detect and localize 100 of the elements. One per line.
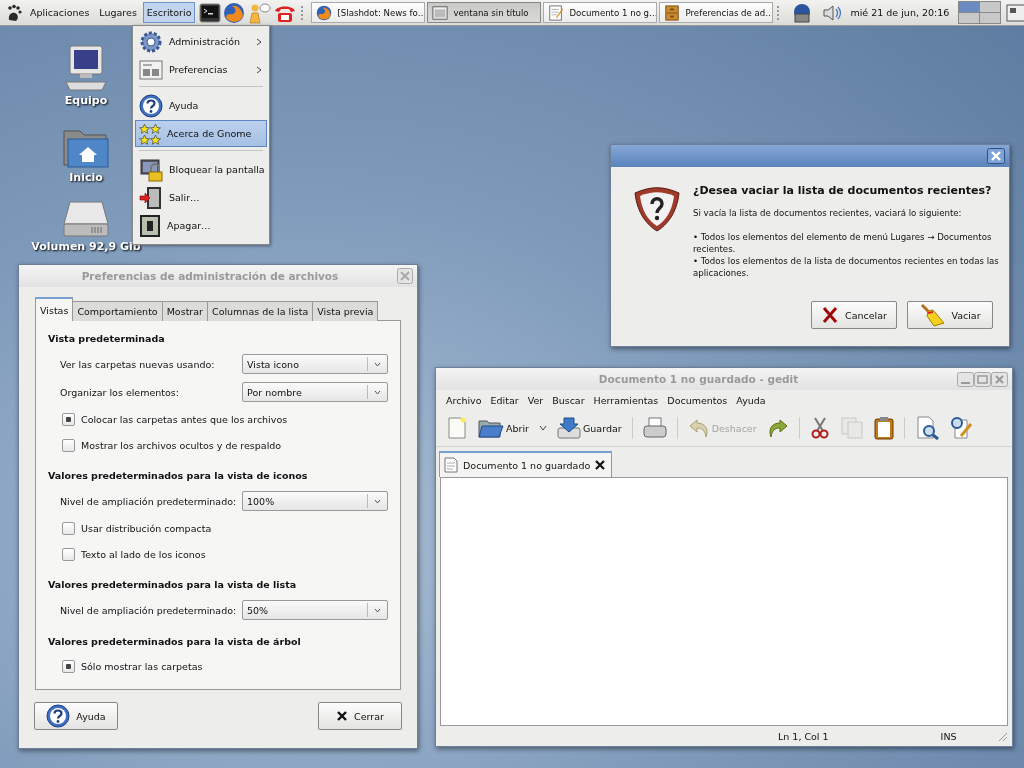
checkbox-label[interactable]: Mostrar los archivos ocultos y de respaldo bbox=[81, 439, 282, 451]
checkbox[interactable] bbox=[62, 547, 75, 561]
field-label: Nivel de ampliación predeterminado: bbox=[60, 495, 238, 507]
workspace[interactable] bbox=[980, 2, 1001, 12]
checkbox[interactable] bbox=[62, 412, 75, 426]
dropdown[interactable]: Por nombre bbox=[242, 382, 388, 402]
panel-menu[interactable]: Lugares bbox=[95, 2, 141, 23]
menu-item[interactable]: Documentos bbox=[667, 395, 728, 406]
menu-item[interactable]: Editar bbox=[490, 395, 519, 406]
panel-menu[interactable]: Aplicaciones bbox=[26, 2, 94, 23]
find-replace-icon[interactable] bbox=[948, 416, 973, 440]
window-title: Documento 1 no guardado - gedit bbox=[597, 373, 800, 385]
find-document-icon[interactable] bbox=[914, 416, 939, 440]
cancel-button[interactable]: Cancelar bbox=[811, 301, 897, 329]
printer-icon[interactable] bbox=[642, 417, 667, 439]
computer-icon[interactable] bbox=[62, 44, 110, 92]
taskbar-button[interactable]: Documento 1 no g… bbox=[543, 2, 658, 23]
foot-icon[interactable] bbox=[6, 3, 22, 22]
redo-arrow-icon[interactable] bbox=[766, 417, 789, 439]
workspace[interactable] bbox=[980, 13, 1001, 23]
terminal-icon[interactable] bbox=[199, 2, 222, 23]
caret-icon bbox=[374, 607, 381, 613]
field-label: Organizar los elementos: bbox=[60, 386, 181, 398]
stars-icon bbox=[139, 122, 161, 145]
menu-item[interactable]: Administración bbox=[135, 28, 267, 55]
help-button[interactable]: Ayuda bbox=[34, 702, 118, 730]
tab[interactable]: Vistas bbox=[35, 297, 74, 321]
checkbox-label[interactable]: Colocar las carpetas antes que los archivos bbox=[81, 413, 288, 425]
caret-icon bbox=[374, 389, 381, 395]
checkbox-label[interactable]: Sólo mostrar las carpetas bbox=[81, 660, 203, 672]
taskbar-button[interactable]: ventana sin título bbox=[427, 2, 542, 23]
dropdown[interactable]: 100% bbox=[242, 491, 388, 511]
show-desktop-icon[interactable] bbox=[1006, 3, 1024, 22]
person-chat-icon[interactable] bbox=[247, 1, 272, 24]
close-icon bbox=[336, 710, 349, 722]
menu-item[interactable]: Herramientas bbox=[593, 395, 659, 406]
dialog-message: Si vacía la lista de documentos recientes, vaciará lo siguiente: bbox=[693, 207, 963, 219]
lock-screen-icon bbox=[139, 157, 163, 182]
dropdown[interactable]: 50% bbox=[242, 600, 388, 620]
gear-icon bbox=[139, 29, 163, 54]
open-button[interactable]: Abrir bbox=[478, 417, 529, 439]
save-icon bbox=[557, 416, 581, 440]
hard-drive-icon[interactable] bbox=[62, 198, 110, 238]
checkbox[interactable] bbox=[62, 438, 75, 452]
tab[interactable]: Comportamiento bbox=[72, 301, 163, 321]
power-switch-icon bbox=[139, 213, 161, 238]
menu-item[interactable]: Bloquear la pantalla bbox=[135, 156, 267, 183]
panel-menu[interactable]: Escritorio bbox=[142, 2, 196, 23]
notepad-icon bbox=[548, 4, 565, 21]
checkbox[interactable] bbox=[62, 521, 75, 535]
close-button[interactable]: Cerrar bbox=[318, 702, 402, 730]
menu-item[interactable]: Archivo bbox=[446, 395, 482, 406]
tab[interactable]: Vista previa bbox=[312, 301, 379, 321]
close-button[interactable] bbox=[987, 148, 1005, 164]
taskbar-button[interactable]: [Slashdot: News fo… bbox=[311, 2, 426, 23]
speaker-icon[interactable] bbox=[821, 3, 844, 22]
document-tab[interactable]: Documento 1 no guardado bbox=[439, 451, 613, 477]
clock[interactable]: mié 21 de jun, 20:16 bbox=[850, 7, 950, 18]
checkbox-label[interactable]: Usar distribución compacta bbox=[81, 522, 212, 534]
cancel-icon bbox=[821, 306, 840, 324]
browser-icon bbox=[316, 4, 333, 21]
resize-grip-icon[interactable] bbox=[996, 730, 1008, 742]
icon-label[interactable]: Volumen 92,9 Gib bbox=[31, 240, 141, 253]
menu-item[interactable]: Buscar bbox=[552, 395, 585, 406]
clear-button[interactable]: Vaciar bbox=[907, 301, 993, 329]
window-title: Preferencias de administración de archivos bbox=[80, 270, 340, 282]
tab[interactable]: Mostrar bbox=[161, 301, 208, 321]
menu-item[interactable]: Ayuda bbox=[736, 395, 766, 406]
menu-item[interactable]: Apagar… bbox=[135, 212, 267, 239]
section-heading: Valores predeterminados para la vista de árbol bbox=[48, 636, 302, 647]
field-label: Nivel de ampliación predeterminado: bbox=[60, 604, 238, 616]
dropdown[interactable]: Vista icono bbox=[242, 354, 388, 374]
scissors-icon[interactable] bbox=[809, 416, 830, 440]
checkbox-label[interactable]: Texto al lado de los iconos bbox=[81, 548, 206, 560]
workspace[interactable] bbox=[959, 13, 980, 23]
help-icon bbox=[46, 704, 71, 728]
menu-item[interactable]: Preferencias bbox=[135, 56, 267, 83]
section-heading: Vista predeterminada bbox=[48, 333, 166, 344]
menu-item[interactable]: Ayuda bbox=[135, 92, 267, 119]
tab[interactable]: Columnas de la lista bbox=[207, 301, 314, 321]
caret-icon[interactable] bbox=[539, 425, 547, 431]
document-icon bbox=[444, 457, 458, 473]
close-icon[interactable] bbox=[595, 460, 606, 470]
taskbar-button[interactable]: Preferencias de ad… bbox=[659, 2, 774, 23]
section-heading: Valores predeterminados para la vista de lista bbox=[48, 579, 298, 590]
window-icon bbox=[432, 4, 449, 21]
workspace-switcher[interactable] bbox=[958, 1, 1002, 24]
field-label: Ver las carpetas nuevas usando: bbox=[60, 358, 216, 370]
caret-icon bbox=[374, 498, 381, 504]
section-heading: Valores predeterminados para la vista de iconos bbox=[48, 470, 309, 481]
open-folder-icon bbox=[478, 417, 504, 439]
menu-item[interactable]: Ver bbox=[527, 395, 544, 406]
question-shield-icon bbox=[633, 187, 681, 233]
preferences-window-icon bbox=[139, 58, 163, 81]
save-button[interactable]: Guardar bbox=[557, 416, 622, 440]
browser-icon[interactable] bbox=[223, 1, 246, 24]
clipboard-icon[interactable] bbox=[873, 416, 894, 440]
checkbox[interactable] bbox=[62, 659, 75, 673]
menu-item[interactable]: Acerca de Gnome bbox=[135, 120, 267, 147]
menu-item[interactable]: Salir… bbox=[135, 184, 267, 211]
